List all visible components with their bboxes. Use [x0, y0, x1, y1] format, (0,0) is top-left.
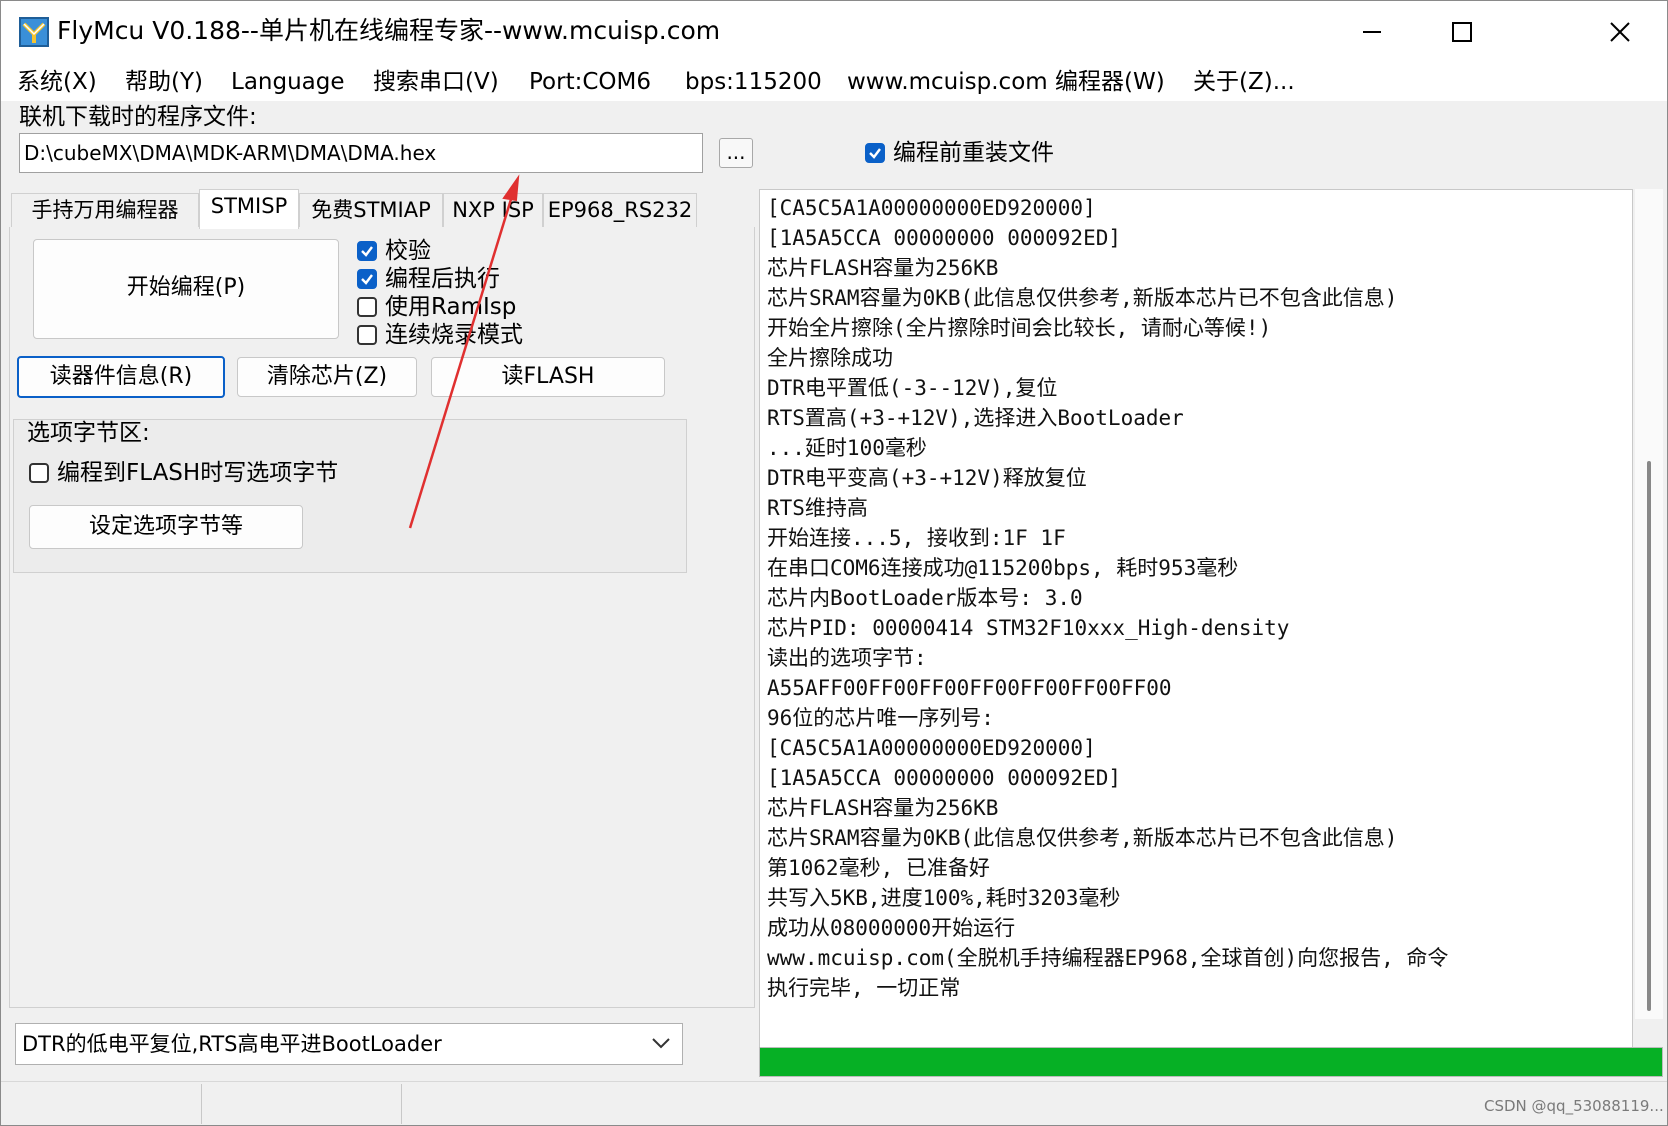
- log-line: www.mcuisp.com(全脱机手持编程器EP968,全球首创)向您报告, …: [767, 946, 1449, 970]
- tab-free-stmiap[interactable]: 免费STMIAP: [299, 193, 443, 227]
- run-after-program-label: 编程后执行: [385, 266, 500, 292]
- flymcu-app-icon: [19, 17, 49, 47]
- file-path-input[interactable]: [19, 133, 703, 173]
- minimize-button[interactable]: [1327, 5, 1417, 59]
- menu-bar: 系统(X) 帮助(Y) Language 搜索串口(V) Port:COM6 b…: [1, 63, 1667, 101]
- use-ramisp-label: 使用RamIsp: [385, 294, 517, 320]
- read-flash-button[interactable]: 读FLASH: [431, 357, 665, 397]
- log-line: A55AFF00FF00FF00FF00FF00FF00FF00: [767, 676, 1172, 700]
- log-line: 开始全片擦除(全片擦除时间会比较长, 请耐心等候!): [767, 316, 1272, 340]
- checkmark-icon: [361, 274, 373, 285]
- log-line: 在串口COM6连接成功@115200bps, 耗时953毫秒: [767, 556, 1239, 580]
- close-button[interactable]: [1577, 5, 1663, 59]
- verify-label: 校验: [385, 238, 431, 264]
- file-label: 联机下载时的程序文件:: [19, 104, 257, 130]
- log-line: 共写入5KB,进度100%,耗时3203毫秒: [767, 886, 1121, 910]
- use-ramisp-checkbox[interactable]: [357, 297, 377, 317]
- checkmark-icon: [869, 148, 881, 159]
- log-line: ...延时100毫秒: [767, 436, 927, 460]
- reload-file-label: 编程前重装文件: [893, 140, 1054, 166]
- start-programming-button[interactable]: 开始编程(P): [33, 239, 339, 339]
- verify-checkbox[interactable]: [357, 241, 377, 261]
- read-device-info-button[interactable]: 读器件信息(R): [17, 356, 225, 398]
- progress-fill: [760, 1048, 1662, 1076]
- maximize-button[interactable]: [1417, 5, 1507, 59]
- log-line: 成功从08000000开始运行: [767, 916, 1016, 940]
- tab-nxp-isp[interactable]: NXP ISP: [443, 193, 543, 227]
- reload-file-checkbox[interactable]: [865, 143, 885, 163]
- run-after-program-checkbox[interactable]: [357, 269, 377, 289]
- write-option-bytes-label: 编程到FLASH时写选项字节: [57, 460, 339, 486]
- log-scrollbar-thumb[interactable]: [1647, 461, 1651, 1011]
- log-line: RTS维持高: [767, 496, 868, 520]
- log-line: [CA5C5A1A00000000ED920000]: [767, 736, 1096, 760]
- flymcu-window: FlyMcu V0.188--单片机在线编程专家--www.mcuisp.com…: [0, 0, 1668, 1126]
- log-line: 96位的芯片唯一序列号:: [767, 706, 994, 730]
- log-line: [1A5A5CCA 00000000 000092ED]: [767, 226, 1122, 250]
- watermark: CSDN @qq_53088119...: [1484, 1097, 1664, 1115]
- menu-search-port[interactable]: 搜索串口(V): [373, 67, 499, 97]
- log-line: 芯片SRAM容量为0KB(此信息仅供参考,新版本芯片已不包含此信息): [767, 826, 1398, 850]
- log-line: 开始连接...5, 接收到:1F 1F: [767, 526, 1066, 550]
- progress-bar: [759, 1047, 1663, 1077]
- continuous-mode-checkbox[interactable]: [357, 325, 377, 345]
- title-bar: FlyMcu V0.188--单片机在线编程专家--www.mcuisp.com: [1, 1, 1667, 63]
- option-bytes-title: 选项字节区:: [27, 420, 150, 446]
- browse-button[interactable]: ...: [719, 138, 753, 168]
- menu-system[interactable]: 系统(X): [17, 67, 97, 97]
- log-line: 执行完毕, 一切正常: [767, 976, 961, 1000]
- stmisp-panel: [9, 227, 755, 1008]
- log-line: [1A5A5CCA 00000000 000092ED]: [767, 766, 1122, 790]
- maximize-icon: [1452, 22, 1472, 42]
- set-option-bytes-button[interactable]: 设定选项字节等: [29, 505, 303, 549]
- reset-mode-select[interactable]: DTR的低电平复位,RTS高电平进BootLoader: [15, 1023, 683, 1065]
- log-line: 读出的选项字节:: [767, 646, 927, 670]
- status-bar: [1, 1081, 1667, 1125]
- checkmark-icon: [361, 246, 373, 257]
- erase-chip-button[interactable]: 清除芯片(Z): [237, 357, 417, 397]
- menu-language[interactable]: Language: [231, 67, 345, 97]
- menu-port[interactable]: Port:COM6: [529, 67, 651, 97]
- tab-ep968-rs232[interactable]: EP968_RS232: [543, 193, 697, 227]
- log-line: 芯片PID: 00000414 STM32F10xxx_High-density: [767, 616, 1290, 640]
- write-option-bytes-checkbox[interactable]: [29, 463, 49, 483]
- continuous-mode-label: 连续烧录模式: [385, 322, 523, 348]
- status-divider: [401, 1084, 402, 1124]
- chevron-down-icon: [652, 1038, 670, 1049]
- minimize-icon: [1363, 31, 1381, 33]
- log-line: 芯片FLASH容量为256KB: [767, 256, 999, 280]
- log-line: RTS置高(+3-+12V),选择进入BootLoader: [767, 406, 1184, 430]
- tab-handheld-programmer[interactable]: 手持万用编程器: [11, 193, 199, 227]
- log-line: 芯片SRAM容量为0KB(此信息仅供参考,新版本芯片已不包含此信息): [767, 286, 1398, 310]
- close-icon: [1610, 22, 1630, 42]
- menu-about[interactable]: 关于(Z)...: [1193, 67, 1295, 97]
- log-line: 芯片内BootLoader版本号: 3.0: [767, 586, 1083, 610]
- reset-mode-value: DTR的低电平复位,RTS高电平进BootLoader: [22, 1032, 442, 1056]
- log-line: 第1062毫秒, 已准备好: [767, 856, 990, 880]
- menu-bps[interactable]: bps:115200: [685, 67, 822, 97]
- log-line: [CA5C5A1A00000000ED920000]: [767, 196, 1096, 220]
- log-line: 全片擦除成功: [767, 346, 893, 370]
- status-divider: [201, 1084, 202, 1124]
- log-line: 芯片FLASH容量为256KB: [767, 796, 999, 820]
- tab-stmisp[interactable]: STMISP: [199, 189, 299, 229]
- log-line: DTR电平置低(-3--12V),复位: [767, 376, 1058, 400]
- window-title: FlyMcu V0.188--单片机在线编程专家--www.mcuisp.com: [57, 16, 721, 45]
- menu-help[interactable]: 帮助(Y): [125, 67, 203, 97]
- log-line: DTR电平变高(+3-+12V)释放复位: [767, 466, 1087, 490]
- menu-programmer[interactable]: www.mcuisp.com 编程器(W): [847, 67, 1165, 97]
